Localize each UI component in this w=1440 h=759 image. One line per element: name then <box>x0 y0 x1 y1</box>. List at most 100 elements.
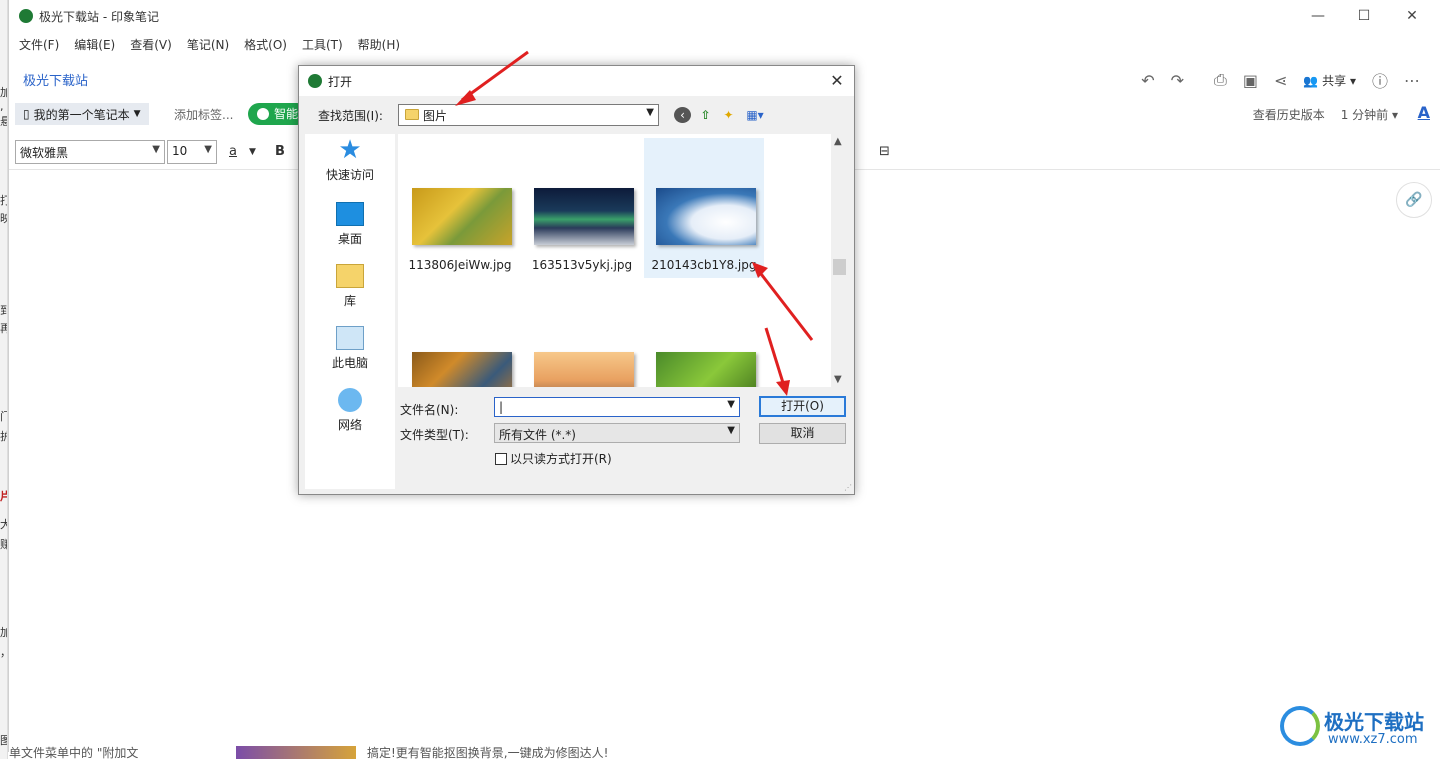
font-color-button[interactable]: a <box>229 144 237 159</box>
place-quick-access[interactable]: ★ 快速访问 <box>305 137 395 183</box>
lookin-label: 查找范围(I): <box>318 109 383 123</box>
checkbox-box[interactable] <box>495 452 507 465</box>
font-style-icon[interactable]: A <box>1418 103 1430 122</box>
font-family-select[interactable]: 微软雅黑 ▼ <box>15 140 165 164</box>
print-icon[interactable]: ⎙ <box>1214 70 1227 90</box>
chevron-down-icon[interactable]: ▼ <box>727 399 735 410</box>
view-history-link[interactable]: 查看历史版本 <box>1253 106 1325 123</box>
note-toolbar: ↶ ↷ ⎙ ▣ ⋖ 👥 共享 ▾ ⓘ ⋯ <box>1141 68 1420 92</box>
menu-edit[interactable]: 编辑(E) <box>74 36 115 53</box>
dialog-title-bar: 打开 ✕ <box>299 66 854 96</box>
menu-view[interactable]: 查看(V) <box>130 36 172 53</box>
maximize-button[interactable]: ☐ <box>1341 0 1387 32</box>
add-tag-button[interactable]: 添加标签... <box>174 106 233 123</box>
edge-text: ， <box>0 644 7 660</box>
watermark-logo-icon <box>1280 706 1320 746</box>
edge-text: 再 <box>0 320 7 336</box>
window-title: 极光下载站 - 印象笔记 <box>39 9 159 24</box>
title-bar: 极光下载站 - 印象笔记 — ☐ ✕ <box>9 0 1440 32</box>
new-folder-icon[interactable]: ✦ <box>720 107 737 123</box>
smart-label: 智能 <box>274 107 299 121</box>
share-button[interactable]: 👥 共享 ▾ <box>1303 72 1356 89</box>
place-label: 桌面 <box>337 232 362 246</box>
file-thumbnail <box>534 188 634 245</box>
desktop-icon <box>336 202 364 226</box>
snippet-image <box>236 746 356 759</box>
info-icon[interactable]: ⓘ <box>1372 68 1388 92</box>
readonly-label: 以只读方式打开(R) <box>510 452 612 466</box>
file-tile[interactable]: 113806JeiWw.jpg <box>400 138 520 278</box>
menu-format[interactable]: 格式(O) <box>244 36 287 53</box>
place-desktop[interactable]: 桌面 <box>305 202 395 247</box>
place-network[interactable]: 网络 <box>305 388 395 433</box>
file-tile[interactable] <box>644 302 764 387</box>
watermark-url: www.xz7.com <box>1328 732 1418 747</box>
watermark-name: 极光下载站 <box>1324 710 1424 734</box>
file-tile[interactable]: 163513v5ykj.jpg <box>522 138 642 278</box>
open-button[interactable]: 打开(O) <box>759 396 846 417</box>
chevron-down-icon: ▼ <box>646 107 654 118</box>
up-folder-icon[interactable]: ⇧ <box>697 107 714 123</box>
link-icon[interactable]: 🔗 <box>1396 182 1432 218</box>
evernote-logo-icon <box>19 9 33 23</box>
edge-text: 大 <box>0 516 7 532</box>
dialog-close-button[interactable]: ✕ <box>826 70 848 92</box>
file-tile-selected[interactable]: 210143cb1Y8.jpg <box>644 138 764 278</box>
time-label: 1 分钟前 <box>1340 108 1389 122</box>
scrollbar-thumb[interactable] <box>833 259 846 275</box>
edge-text: 片 <box>0 488 7 504</box>
back-icon[interactable]: ‹ <box>674 107 691 123</box>
bottom-content-snippet: 单文件菜单中的 "附加文 搞定!更有智能抠图换背景,一键成为修图达人! <box>9 746 1440 759</box>
filename-input[interactable]: | ▼ <box>494 397 740 417</box>
edge-text: 打 <box>0 192 7 208</box>
menu-note[interactable]: 笔记(N) <box>187 36 229 53</box>
menu-file[interactable]: 文件(F) <box>19 36 59 53</box>
place-library[interactable]: 库 <box>305 264 395 309</box>
open-dialog: 打开 ✕ 查找范围(I): 图片 ▼ ‹ ⇧ ✦ ▦▾ ★ 快速访问 桌面 库 … <box>298 65 855 495</box>
file-list-scrollbar[interactable]: ▲ ▼ <box>831 134 848 387</box>
readonly-checkbox[interactable]: 以只读方式打开(R) <box>495 450 612 467</box>
present-icon[interactable]: ▣ <box>1243 71 1258 90</box>
scroll-up-icon[interactable]: ▲ <box>834 136 842 147</box>
file-tile[interactable] <box>522 302 642 387</box>
undo-icon[interactable]: ↶ <box>1141 71 1154 90</box>
place-label: 库 <box>343 294 356 308</box>
edge-text: 映 <box>0 210 7 226</box>
file-name: 210143cb1Y8.jpg <box>651 258 757 272</box>
people-icon: 👥 <box>1303 73 1319 88</box>
close-button[interactable]: ✕ <box>1389 0 1435 32</box>
note-title[interactable]: 极光下载站 <box>23 70 88 89</box>
view-menu-icon[interactable]: ▦▾ <box>743 107 767 123</box>
redo-icon[interactable]: ↷ <box>1171 71 1184 90</box>
menu-tools[interactable]: 工具(T) <box>302 36 343 53</box>
strikethrough-icon[interactable]: ⊟ <box>879 144 890 159</box>
notebook-selector[interactable]: ▯ 我的第一个笔记本 ▼ <box>15 103 149 125</box>
file-tile[interactable] <box>400 302 520 387</box>
notebook-icon: ▯ <box>23 107 30 121</box>
scroll-down-icon[interactable]: ▼ <box>834 374 842 385</box>
menu-bar: 文件(F) 编辑(E) 查看(V) 笔记(N) 格式(O) 工具(T) 帮助(H… <box>19 36 400 53</box>
font-size-select[interactable]: 10 ▼ <box>167 140 217 164</box>
menu-help[interactable]: 帮助(H) <box>358 36 400 53</box>
chevron-down-icon[interactable]: ▼ <box>249 147 256 157</box>
filetype-select[interactable]: 所有文件 (*.*) ▼ <box>494 423 740 443</box>
share-network-icon[interactable]: ⋖ <box>1274 71 1287 90</box>
edge-text: 赚 <box>0 536 7 552</box>
minimize-button[interactable]: — <box>1295 0 1341 32</box>
lookin-select[interactable]: 图片 ▼ <box>398 104 659 126</box>
time-dropdown[interactable]: 1 分钟前 ▾ <box>1341 106 1398 123</box>
edge-text: 护 <box>0 428 7 444</box>
bold-button[interactable]: B <box>275 144 285 159</box>
file-name: 113806JeiWw.jpg <box>408 258 512 272</box>
place-label: 快速访问 <box>325 168 374 182</box>
lookin-value: 图片 <box>423 109 448 123</box>
chevron-down-icon: ▼ <box>133 109 141 119</box>
smart-icon <box>257 108 269 120</box>
chevron-down-icon: ▼ <box>204 144 212 155</box>
share-label: 共享 <box>1322 73 1347 88</box>
edge-text: 图 <box>0 732 7 748</box>
more-icon[interactable]: ⋯ <box>1404 71 1420 90</box>
resize-grip-icon[interactable]: ⋰ <box>844 483 852 492</box>
place-this-pc[interactable]: 此电脑 <box>305 326 395 371</box>
cancel-button[interactable]: 取消 <box>759 423 846 444</box>
